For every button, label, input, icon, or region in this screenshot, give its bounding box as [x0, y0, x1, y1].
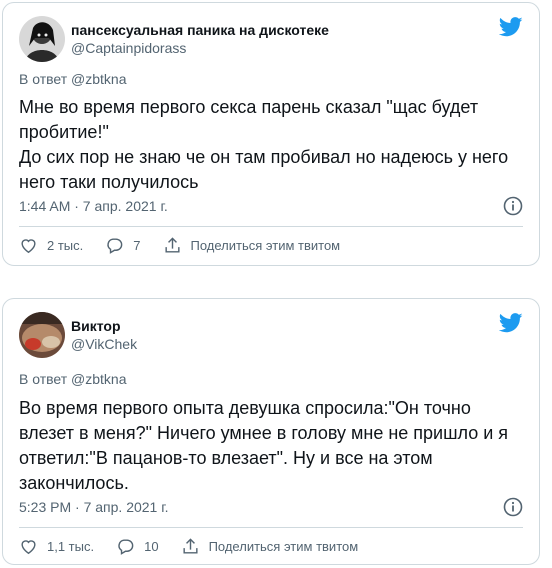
- reply-button[interactable]: 10: [116, 537, 159, 556]
- tweet-text: Во время первого опыта девушка спросила:…: [19, 398, 509, 493]
- twitter-bird-icon[interactable]: [499, 17, 523, 37]
- display-name[interactable]: Виктор: [71, 317, 137, 335]
- tweet-timestamp[interactable]: 5:23 PM · 7 апр. 2021 г.: [19, 499, 169, 515]
- reply-icon: [118, 539, 134, 555]
- like-count: 2 тыс.: [47, 238, 84, 253]
- share-icon: [164, 237, 180, 253]
- heart-icon: [21, 239, 36, 254]
- avatar[interactable]: [19, 312, 65, 358]
- reply-icon: [107, 238, 123, 254]
- reply-count: 7: [133, 238, 141, 253]
- reply-button[interactable]: 7: [105, 236, 141, 255]
- share-label: Поделиться этим твитом: [190, 238, 341, 253]
- tweet-timestamp[interactable]: 1:44 AM · 7 апр. 2021 г.: [19, 198, 168, 214]
- tweet-header: пансексуальная паника на дискотеке @Capt…: [19, 15, 329, 63]
- share-label: Поделиться этим твитом: [208, 539, 359, 554]
- twitter-bird-icon[interactable]: [499, 313, 523, 333]
- like-button[interactable]: 1,1 тыс.: [19, 537, 94, 556]
- tweet-card[interactable]: Виктор @VikChek В ответ @zbtkna Во время…: [2, 298, 540, 565]
- tweet-card[interactable]: пансексуальная паника на дискотеке @Capt…: [2, 2, 540, 266]
- divider: [19, 527, 523, 528]
- reply-to-label[interactable]: В ответ @zbtkna: [19, 71, 126, 87]
- user-handle[interactable]: @VikChek: [71, 335, 137, 353]
- share-button[interactable]: Поделиться этим твитом: [181, 537, 359, 556]
- user-handle[interactable]: @Captainpidorass: [71, 39, 329, 57]
- share-button[interactable]: Поделиться этим твитом: [163, 236, 341, 255]
- heart-icon: [21, 540, 36, 555]
- info-icon[interactable]: [503, 497, 523, 517]
- tweet-actions: 2 тыс. 7 Поделиться этим твитом: [19, 236, 362, 255]
- reply-to-label[interactable]: В ответ @zbtkna: [19, 371, 126, 387]
- divider: [19, 226, 523, 227]
- tweet-header: Виктор @VikChek: [19, 311, 137, 359]
- like-count: 1,1 тыс.: [47, 539, 95, 554]
- info-icon[interactable]: [503, 196, 523, 216]
- tweet-text: Мне во время первого секса парень сказал…: [19, 97, 509, 192]
- share-icon: [183, 538, 198, 554]
- like-button[interactable]: 2 тыс.: [19, 236, 83, 255]
- reply-count: 10: [144, 539, 159, 554]
- display-name[interactable]: пансексуальная паника на дискотеке: [71, 21, 329, 39]
- tweet-actions: 1,1 тыс. 10 Поделиться этим твитом: [19, 537, 380, 556]
- avatar[interactable]: [19, 16, 65, 62]
